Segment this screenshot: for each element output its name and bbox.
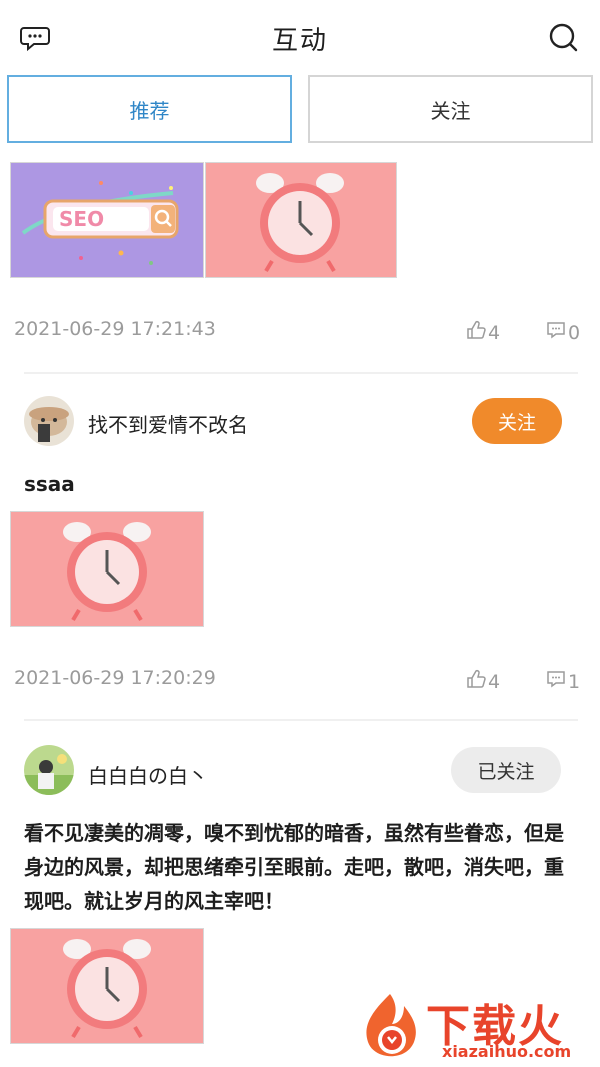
post-meta: 2021-06-29 17:21:43 4 0 xyxy=(14,318,580,348)
divider xyxy=(24,372,578,374)
seo-label: SEO xyxy=(59,207,104,231)
avatar[interactable] xyxy=(24,396,74,446)
like-count[interactable]: 4 xyxy=(466,669,500,694)
post-image-clock[interactable] xyxy=(10,511,204,627)
post-meta: 2021-06-29 17:20:29 4 1 xyxy=(14,667,580,697)
post-image-seo[interactable]: SEO xyxy=(10,162,204,278)
comment-icon xyxy=(546,320,566,345)
search-icon[interactable] xyxy=(548,22,580,54)
comment-icon xyxy=(546,669,566,694)
tab-recommend[interactable]: 推荐 xyxy=(7,75,292,143)
post-timestamp: 2021-06-29 17:21:43 xyxy=(14,318,216,340)
tab-following[interactable]: 关注 xyxy=(308,75,593,143)
comment-count[interactable]: 0 xyxy=(546,320,580,345)
post-image-clock[interactable] xyxy=(205,162,397,278)
post-text: ssaa xyxy=(24,472,75,496)
page-title: 互动 xyxy=(271,26,328,56)
follow-button[interactable]: 关注 xyxy=(472,398,562,444)
username[interactable]: 白白白の白丶 xyxy=(88,760,208,789)
followed-button[interactable]: 已关注 xyxy=(451,747,561,793)
top-bar: 互动 xyxy=(0,0,600,72)
watermark-url: xiazaihuo.com xyxy=(442,1042,572,1061)
post-image-clock[interactable] xyxy=(10,928,204,1044)
like-count[interactable]: 4 xyxy=(466,320,500,345)
thumbs-up-icon xyxy=(466,320,486,345)
post-timestamp: 2021-06-29 17:20:29 xyxy=(14,667,216,689)
site-watermark: 下载火 xiazaihuo.com xyxy=(354,988,600,1067)
username[interactable]: 找不到爱情不改名 xyxy=(88,409,248,438)
comment-count[interactable]: 1 xyxy=(546,669,580,694)
divider xyxy=(24,719,578,721)
post-text: 看不见凄美的凋零，嗅不到忧郁的暗香，虽然有些眷恋，但是身边的风景，却把思绪牵引至… xyxy=(24,821,564,913)
thumbs-up-icon xyxy=(466,669,486,694)
tab-bar: 推荐 关注 xyxy=(7,75,595,147)
flame-logo-icon xyxy=(366,994,416,1057)
avatar[interactable] xyxy=(24,745,74,795)
